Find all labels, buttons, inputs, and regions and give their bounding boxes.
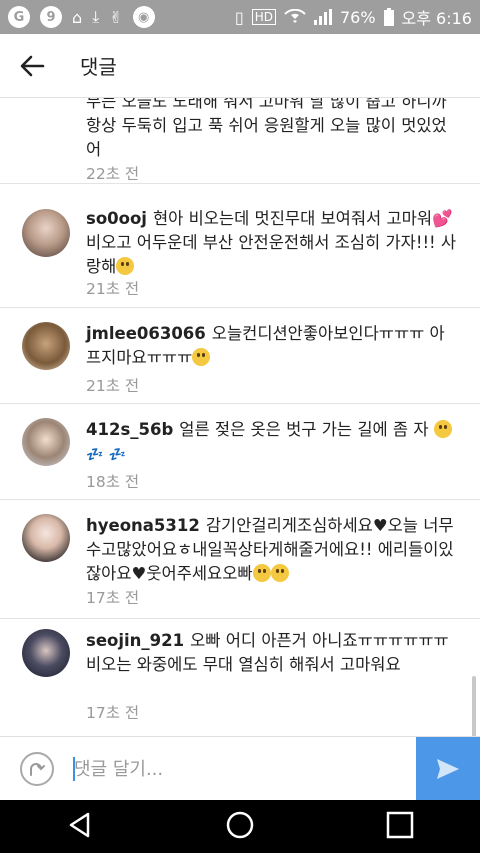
comment-item: so0ooj 현아 비오는데 멋진무대 보여줘서 고마워💕 비오고 어두운데 부산… [0,195,480,308]
comment-item: jmlee063066 오늘컨디션안좋아보인다ㅠㅠㅠ 아프지마요ㅠㅠㅠ 21초 전 [0,308,480,404]
status-bar: G 9 ⌂ ⤓ ✌ ◉ ▯ HD 76% 오후 6:16 [0,0,480,34]
sad-emoji-icon [192,348,211,366]
two-hearts-icon: 💕 [432,209,453,228]
status-right-icons: ▯ HD 76% 오후 6:16 [235,5,472,29]
comment-text: 현아 비오는데 멋진무대 보여줘서 고마워 [152,209,433,228]
comment-time: 17초 전 [86,704,140,722]
comment-username[interactable]: 412s_56b [86,420,173,439]
navigation-bar [0,800,480,853]
comment-time: 18초 전 [86,473,140,491]
smile-emoji-icon [252,564,271,582]
avatar[interactable] [22,322,70,370]
battery-percent: 76% [339,7,376,27]
comment-username[interactable]: hyeona5312 [86,516,200,535]
circle-9-icon: 9 [40,6,62,28]
vibrate-icon: ▯ [234,7,244,27]
comment-input-bar [0,736,480,801]
smile-emoji-icon [270,564,289,582]
nav-back-button[interactable] [66,811,94,843]
comment-username[interactable]: jmlee063066 [86,324,206,343]
arrow-left-icon [20,55,45,76]
comment-item: seojin_921 오빠 어디 아픈거 아니죠ㅠㅠㅠㅠㅠㅠ 비오는 와중에도 무… [0,619,480,736]
signal-icon [313,9,332,25]
send-icon [437,759,459,779]
app-bar: 댓글 [0,34,480,98]
scrollbar[interactable] [472,676,476,736]
victory-icon: ✌ [109,7,123,27]
comment-item: 412s_56b 얼른 젖은 옷은 벗구 가는 길에 좀 자 💤 💤 18초 전 [0,404,480,500]
comment-time: 17초 전 [86,589,140,607]
comment-text: 얼른 젖은 옷은 벗구 가는 길에 좀 자 [179,420,429,439]
comment-text: 무는 오늘도 노래해 줘서 고마워 날 많이 춥고 하니까 항상 두둑히 입고 … [86,98,447,159]
clock: 오후 6:16 [401,9,472,28]
back-icon [69,812,89,837]
arrow-curve-icon [30,763,45,776]
send-button[interactable] [416,737,480,801]
zzz-icon: 💤 [108,447,127,463]
home-icon [226,811,254,838]
comment-time: 21초 전 [86,377,140,395]
comment-username[interactable]: seojin_921 [86,631,184,650]
comment-text-continued: 비오고 어두운데 부산 안전운전해서 조심히 가자!!! 사랑해 [86,233,457,276]
comment-time: 21초 전 [86,280,140,298]
zzz-icon: 💤 [86,447,104,463]
comment-time: 22초 전 [86,165,140,183]
avatar[interactable] [22,209,70,257]
app-icon: ◉ [132,6,155,28]
avatar[interactable] [22,514,70,562]
nav-recents-button[interactable] [386,811,414,843]
comment-input[interactable] [74,749,404,789]
comment-item: hyeona5312 감기안걸리게조심하세요♥오늘 너무수고많았어요ㅎ내일꼭상타게… [0,500,480,619]
recents-icon [387,811,414,838]
page-title: 댓글 [80,55,117,79]
hd-icon: HD [251,9,276,25]
status-left-icons: G 9 ⌂ ⤓ ✌ ◉ [8,6,155,28]
comment-item: 무는 오늘도 노래해 줘서 고마워 날 많이 춥고 하니까 항상 두둑히 입고 … [0,98,480,184]
wifi-icon [284,9,306,23]
avatar[interactable] [22,629,70,677]
battery-icon [383,8,394,26]
tired-emoji-icon [433,420,452,438]
nav-home-button[interactable] [225,810,255,844]
comment-username[interactable]: so0ooj [86,209,147,228]
smile-emoji-icon [116,257,135,275]
avatar[interactable] [22,418,70,466]
back-button[interactable] [0,34,64,98]
emoji-button[interactable] [20,752,54,786]
download-icon: ⤓ [92,7,100,26]
launcher-icon: ⌂ [72,7,83,27]
comment-list[interactable]: 무는 오늘도 노래해 줘서 고마워 날 많이 춥고 하니까 항상 두둑히 입고 … [0,98,480,736]
circle-g-icon: G [8,6,30,28]
